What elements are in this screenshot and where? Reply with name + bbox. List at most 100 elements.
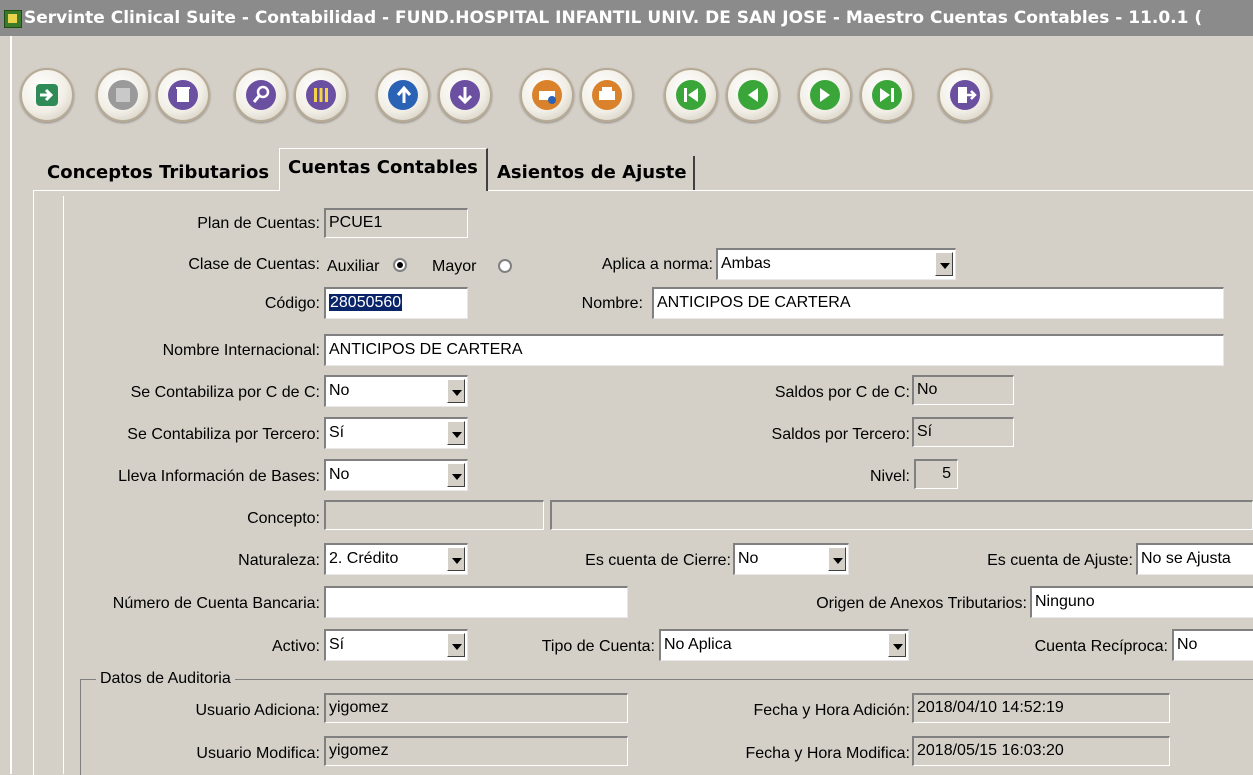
saldos-ter-field: Sí — [912, 417, 1014, 447]
naturaleza-label: Naturaleza: — [238, 552, 320, 569]
mayor-radio[interactable] — [498, 259, 512, 273]
origen-value: Ninguno — [1035, 593, 1095, 610]
aplica-label: Aplica a norma: — [601, 256, 713, 273]
previous-record-icon — [738, 80, 768, 110]
undo-icon — [388, 80, 418, 110]
naturaleza-value: 2. Crédito — [329, 550, 399, 567]
tipo-value: No Aplica — [664, 636, 732, 653]
usuario-modifica-label: Usuario Modifica: — [196, 745, 320, 762]
nombre-label: Nombre: — [581, 295, 643, 312]
chevron-down-icon — [447, 633, 465, 657]
usuario-adiciona-label: Usuario Adiciona: — [195, 702, 320, 719]
auxiliar-radio[interactable] — [393, 258, 407, 272]
nivel-field: 5 — [914, 459, 958, 489]
fecha-modifica-label: Fecha y Hora Modifica: — [745, 745, 910, 762]
reciproca-select[interactable]: No — [1172, 629, 1253, 661]
chevron-down-icon — [888, 633, 906, 657]
banco-label: Número de Cuenta Bancaria: — [112, 595, 320, 612]
bases-value: No — [329, 466, 350, 483]
codigo-label: Código: — [264, 295, 320, 312]
naturaleza-select[interactable]: 2. Crédito — [324, 543, 468, 575]
chevron-down-icon — [447, 547, 465, 571]
codigo-value: 28050560 — [329, 294, 403, 311]
fecha-modifica-field: 2018/05/15 16:03:20 — [912, 736, 1170, 766]
tipo-label: Tipo de Cuenta: — [541, 638, 655, 655]
origen-select[interactable]: Ninguno — [1030, 586, 1253, 618]
tab-cuentas-contables[interactable]: Cuentas Contables — [279, 148, 488, 191]
enter-icon — [36, 84, 58, 106]
first-record-icon — [676, 80, 706, 110]
origen-label: Origen de Anexos Tributarios: — [816, 595, 1027, 612]
saldos-cc-label: Saldos por C de C: — [774, 384, 910, 401]
saldos-ter-label: Saldos por Tercero: — [771, 426, 910, 443]
fecha-adicion-field: 2018/04/10 14:52:19 — [912, 693, 1170, 723]
contab-cc-select[interactable]: No — [324, 375, 468, 407]
print-icon — [592, 80, 622, 110]
toolbar — [14, 44, 1253, 154]
next-record-icon — [810, 80, 840, 110]
nivel-label: Nivel: — [869, 468, 910, 485]
last-record-button[interactable] — [860, 68, 914, 122]
reciproca-value: No — [1177, 636, 1198, 653]
search-icon — [246, 80, 276, 110]
print-button[interactable] — [580, 68, 634, 122]
contab-ter-select[interactable]: Sí — [324, 417, 468, 449]
fecha-adicion-label: Fecha y Hora Adición: — [753, 702, 910, 719]
undo-button[interactable] — [376, 68, 430, 122]
concepto-field — [324, 500, 544, 530]
exit-button[interactable] — [938, 68, 992, 122]
search-button[interactable] — [234, 68, 288, 122]
nombre-field[interactable]: ANTICIPOS DE CARTERA — [652, 287, 1224, 319]
download-button[interactable] — [438, 68, 492, 122]
delete-icon — [168, 80, 198, 110]
saldos-cc-field: No — [912, 375, 1014, 405]
nombre-int-label: Nombre Internacional: — [162, 342, 320, 359]
last-record-icon — [872, 80, 902, 110]
activo-select[interactable]: Sí — [324, 629, 468, 661]
columns-button[interactable] — [294, 68, 348, 122]
plan-field: PCUE1 — [324, 208, 468, 238]
save-button[interactable] — [96, 68, 150, 122]
tab-conceptos-tributarios[interactable]: Conceptos Tributarios — [47, 156, 269, 190]
nombre-int-field[interactable]: ANTICIPOS DE CARTERA — [324, 334, 1224, 366]
codigo-field[interactable]: 28050560 — [324, 287, 468, 319]
tab-asientos-de-ajuste[interactable]: Asientos de Ajuste — [497, 156, 695, 190]
download-icon — [450, 80, 480, 110]
title-bar: Servinte Clinical Suite - Contabilidad -… — [0, 0, 1253, 36]
contab-cc-value: No — [329, 382, 350, 399]
tipo-select[interactable]: No Aplica — [659, 629, 909, 661]
reciproca-label: Cuenta Recíproca: — [1034, 638, 1168, 655]
cierre-label: Es cuenta de Cierre: — [585, 552, 731, 569]
delete-button[interactable] — [156, 68, 210, 122]
bases-select[interactable]: No — [324, 459, 468, 491]
app-icon — [4, 10, 22, 28]
window-title: Servinte Clinical Suite - Contabilidad -… — [24, 8, 1203, 28]
clase-label: Clase de Cuentas: — [188, 256, 320, 273]
aplica-select[interactable]: Ambas — [716, 248, 956, 280]
ajuste-label: Es cuenta de Ajuste: — [987, 552, 1133, 569]
contab-ter-label: Se Contabiliza por Tercero: — [127, 426, 320, 443]
ajuste-select[interactable]: No se Ajusta — [1136, 543, 1253, 575]
print-setup-icon — [532, 80, 562, 110]
banco-field[interactable] — [324, 586, 628, 618]
plan-label: Plan de Cuentas: — [197, 215, 320, 232]
usuario-modifica-field: yigomez — [324, 736, 628, 766]
chevron-down-icon — [447, 421, 465, 445]
activo-value: Sí — [329, 636, 345, 653]
cierre-select[interactable]: No — [733, 543, 849, 575]
columns-icon — [306, 80, 336, 110]
ajuste-value: No se Ajusta — [1141, 550, 1231, 567]
chevron-down-icon — [935, 252, 953, 276]
enter-button[interactable] — [20, 68, 74, 122]
chevron-down-icon — [828, 547, 846, 571]
chevron-down-icon — [447, 463, 465, 487]
previous-record-button[interactable] — [726, 68, 780, 122]
first-record-button[interactable] — [664, 68, 718, 122]
next-record-button[interactable] — [798, 68, 852, 122]
auxiliar-label: Auxiliar — [327, 258, 380, 275]
print-setup-button[interactable] — [520, 68, 574, 122]
chevron-down-icon — [447, 379, 465, 403]
cierre-value: No — [738, 550, 759, 567]
auditoria-title: Datos de Auditoria — [96, 668, 235, 690]
contab-cc-label: Se Contabiliza por C de C: — [130, 384, 320, 401]
